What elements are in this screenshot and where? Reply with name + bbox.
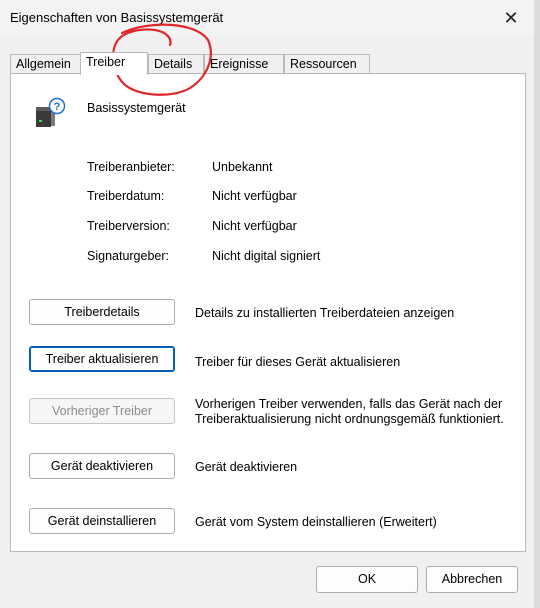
signer-label: Signaturgeber: — [87, 249, 170, 263]
tab-ressourcen[interactable]: Ressourcen — [284, 54, 370, 74]
driver-version-label: Treiberversion: — [87, 219, 170, 233]
ok-button[interactable]: OK — [316, 566, 418, 593]
properties-dialog: Eigenschaften von Basissystemgerät ✕ All… — [0, 0, 535, 608]
window-title: Eigenschaften von Basissystemgerät — [10, 10, 224, 25]
disable-device-button[interactable]: Gerät deaktivieren — [29, 453, 175, 479]
driver-details-button[interactable]: Treiberdetails — [29, 299, 175, 325]
driver-tab-panel: ? Basissystemgerät Treiberanbieter: Unbe… — [10, 73, 526, 552]
driver-date-label: Treiberdatum: — [87, 189, 165, 203]
driver-provider-label: Treiberanbieter: — [87, 160, 175, 174]
rollback-driver-button[interactable]: Vorheriger Treiber — [29, 398, 175, 424]
uninstall-device-description: Gerät vom System deinstallieren (Erweite… — [195, 515, 437, 529]
uninstall-device-button[interactable]: Gerät deinstallieren — [29, 508, 175, 534]
cancel-button[interactable]: Abbrechen — [426, 566, 518, 593]
driver-provider-value: Unbekannt — [212, 160, 273, 174]
device-name: Basissystemgerät — [87, 101, 186, 115]
update-driver-description: Treiber für dieses Gerät aktualisieren — [195, 355, 401, 369]
update-driver-button[interactable]: Treiber aktualisieren — [29, 346, 175, 372]
driver-version-value: Nicht verfügbar — [212, 219, 297, 233]
tab-details[interactable]: Details — [148, 54, 204, 74]
title-bar[interactable]: Eigenschaften von Basissystemgerät ✕ — [0, 0, 534, 36]
tab-allgemein[interactable]: Allgemein — [10, 54, 81, 74]
unknown-device-icon: ? — [33, 97, 67, 131]
signer-value: Nicht digital signiert — [212, 249, 321, 263]
disable-device-description: Gerät deaktivieren — [195, 460, 298, 474]
close-icon[interactable]: ✕ — [488, 0, 534, 36]
driver-details-description: Details zu installierten Treiberdateien … — [195, 306, 455, 320]
rollback-driver-description: Vorherigen Treiber verwenden, falls das … — [195, 397, 504, 426]
tab-treiber[interactable]: Treiber — [80, 52, 148, 75]
tab-ereignisse[interactable]: Ereignisse — [204, 54, 284, 74]
svg-text:?: ? — [54, 101, 61, 113]
driver-date-value: Nicht verfügbar — [212, 189, 297, 203]
background-strip — [534, 0, 540, 608]
